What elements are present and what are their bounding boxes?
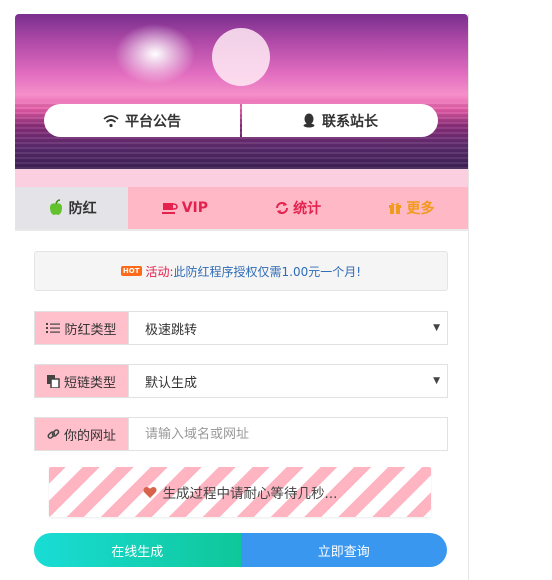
sun-glow xyxy=(115,24,195,84)
qq-icon xyxy=(302,113,316,128)
url-row: 你的网址 xyxy=(34,417,448,451)
progress-text: 生成过程中请耐心等待几秒... xyxy=(162,486,338,502)
short-type-label-text: 短链类型 xyxy=(63,375,116,391)
tab-more[interactable]: 更多 xyxy=(354,187,468,229)
short-type-value: 默认生成 xyxy=(145,375,198,391)
notice-button[interactable]: 平台公告 xyxy=(44,104,240,137)
heart-icon xyxy=(143,486,157,499)
notice-button-label: 平台公告 xyxy=(125,113,181,130)
protect-type-select[interactable]: 极速跳转 ▼ xyxy=(129,312,447,344)
refresh-icon xyxy=(275,201,289,215)
short-type-select[interactable]: 默认生成 ▼ xyxy=(129,365,447,397)
hot-badge: HOT xyxy=(120,266,142,276)
progress-bar: 生成过程中请耐心等待几秒... xyxy=(49,467,431,517)
cup-icon xyxy=(161,201,178,215)
tab-vip[interactable]: VIP xyxy=(128,187,242,229)
contact-button[interactable]: 联系站长 xyxy=(242,104,438,137)
apple-icon xyxy=(47,199,65,217)
promo-notice: HOT 活动: 此防红程序授权仅需1.00元一个月! xyxy=(34,251,448,291)
query-button[interactable]: 立即查询 xyxy=(240,533,447,567)
dropdown-caret-icon: ▼ xyxy=(433,376,440,386)
short-type-row: 短链类型 默认生成 ▼ xyxy=(34,364,448,398)
dropdown-caret-icon: ▼ xyxy=(433,323,440,333)
protect-type-value: 极速跳转 xyxy=(145,322,198,338)
pink-divider xyxy=(15,169,468,187)
link-icon xyxy=(47,428,60,441)
promo-label: 活动: xyxy=(145,264,174,279)
copy-icon xyxy=(46,374,60,388)
url-field-wrap xyxy=(129,418,447,450)
tab-bar: 防红 VIP 统计 更多 xyxy=(15,187,468,231)
tab-stats-label: 统计 xyxy=(293,201,322,217)
short-type-label: 短链类型 xyxy=(35,365,129,397)
gift-icon xyxy=(388,201,402,215)
url-input[interactable] xyxy=(145,426,447,442)
url-label: 你的网址 xyxy=(35,418,129,450)
avatar xyxy=(212,28,270,86)
main-card: 平台公告 联系站长 防红 VIP 统计 更多 HOT 活动: 此防红程序授权仅需… xyxy=(15,14,469,580)
tab-vip-label: VIP xyxy=(181,200,209,216)
protect-type-label-text: 防红类型 xyxy=(64,322,117,338)
protect-type-row: 防红类型 极速跳转 ▼ xyxy=(34,311,448,345)
tab-protect-label: 防红 xyxy=(68,201,97,217)
protect-type-label: 防红类型 xyxy=(35,312,129,344)
tab-protect[interactable]: 防红 xyxy=(15,187,129,229)
list-icon xyxy=(46,322,61,334)
wifi-icon xyxy=(103,114,119,128)
tab-more-label: 更多 xyxy=(406,201,435,217)
url-label-text: 你的网址 xyxy=(63,428,116,444)
tab-stats[interactable]: 统计 xyxy=(241,187,355,229)
header-banner: 平台公告 联系站长 xyxy=(15,14,468,169)
contact-button-label: 联系站长 xyxy=(322,113,378,130)
action-buttons: 在线生成 立即查询 xyxy=(34,533,447,567)
promo-text: 此防红程序授权仅需1.00元一个月! xyxy=(173,264,362,279)
generate-button[interactable]: 在线生成 xyxy=(34,533,241,567)
